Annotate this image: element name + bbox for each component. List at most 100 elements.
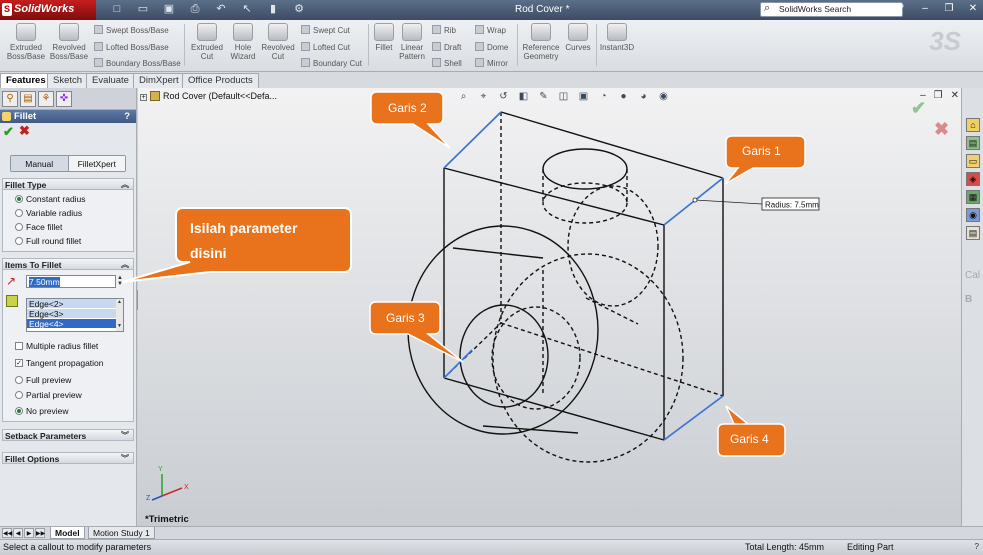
- revolved-cut-label: Revolved Cut: [261, 43, 295, 61]
- radius-stepper[interactable]: ▲ ▼: [117, 275, 125, 288]
- cancel-x-icon[interactable]: ✖: [19, 123, 30, 139]
- linear-pattern-button[interactable]: Linear Pattern: [397, 23, 427, 61]
- custom-properties-icon[interactable]: ▤: [966, 226, 980, 240]
- close-icon[interactable]: ✕: [965, 2, 981, 16]
- list-item[interactable]: Edge<2>: [27, 299, 123, 309]
- dimxpert-manager-icon[interactable]: ✜: [56, 91, 72, 107]
- undo-icon[interactable]: ↶: [214, 2, 228, 16]
- callout-garis-3: Garis 3: [369, 301, 464, 363]
- prev-tab-icon[interactable]: ◀: [13, 528, 23, 538]
- select-icon[interactable]: ↖: [240, 2, 254, 16]
- extruded-boss-button[interactable]: Extruded Boss/Base: [6, 23, 46, 61]
- print-icon[interactable]: ⎙: [188, 2, 202, 16]
- tab-features[interactable]: Features: [0, 73, 52, 88]
- setback-parameters-header[interactable]: Setback Parameters ︾: [2, 429, 134, 441]
- last-tab-icon[interactable]: ▶▶: [35, 528, 45, 538]
- configuration-manager-icon[interactable]: ⚘: [38, 91, 54, 107]
- next-tab-icon[interactable]: ▶: [24, 528, 34, 538]
- tab-model[interactable]: Model: [50, 527, 85, 539]
- toolbox-icon[interactable]: ◈: [966, 172, 980, 186]
- minimize-icon[interactable]: –: [917, 2, 933, 16]
- boundary-cut-button[interactable]: Boundary Cut: [301, 58, 362, 68]
- radius-field[interactable]: 7.50mm: [26, 275, 116, 288]
- loft-icon: [94, 42, 103, 51]
- status-help-button[interactable]: ?: [975, 542, 979, 551]
- radio-no-preview[interactable]: No preview: [15, 406, 69, 418]
- options-icon[interactable]: ⚙: [292, 2, 306, 16]
- radius-callout[interactable]: Radius: 7.5mm: [692, 197, 820, 211]
- help-button[interactable]: ?: [124, 111, 130, 122]
- shell-button[interactable]: Shell: [432, 58, 462, 68]
- checkbox-multiple-radius-fillet[interactable]: Multiple radius fillet: [15, 341, 98, 353]
- edge-selection-list[interactable]: Edge<2> Edge<3> Edge<4> ▲ ▼: [26, 298, 124, 332]
- list-scrollbar[interactable]: ▲ ▼: [116, 299, 123, 331]
- lofted-cut-button[interactable]: Lofted Cut: [301, 42, 350, 52]
- hole-wizard-button[interactable]: Hole Wizard: [228, 23, 258, 61]
- new-icon[interactable]: □: [110, 2, 124, 16]
- help-icon[interactable]: ?: [893, 2, 909, 16]
- status-total-length: Total Length: 45mm: [745, 542, 825, 552]
- tab-office-products[interactable]: Office Products: [182, 73, 259, 88]
- restore-icon[interactable]: ❐: [941, 2, 957, 16]
- dome-button[interactable]: Dome: [475, 42, 508, 52]
- fillet-type-header[interactable]: Fillet Type ︽: [2, 178, 134, 190]
- list-item[interactable]: Edge<4>: [27, 319, 123, 329]
- radio-icon: [15, 391, 23, 399]
- rebuild-icon[interactable]: ▮: [266, 2, 280, 16]
- tab-sketch[interactable]: Sketch: [47, 73, 89, 88]
- manual-mode-button[interactable]: Manual: [11, 156, 69, 171]
- tab-navigation: ◀◀ ◀ ▶ ▶▶: [2, 528, 45, 538]
- mirror-button[interactable]: Mirror: [475, 58, 508, 68]
- filletxpert-mode-button[interactable]: FilletXpert: [68, 156, 125, 171]
- lofted-boss-button[interactable]: Lofted Boss/Base: [94, 42, 169, 52]
- selected-edge-garis-2[interactable]: [443, 111, 502, 169]
- window-controls: ? – ❐ ✕: [893, 2, 981, 16]
- property-manager: ⚲ ▤ ⚘ ✜ Fillet? ✔ ✖ Manual FilletXpert F…: [0, 88, 137, 526]
- selected-edge-garis-4[interactable]: [663, 395, 724, 441]
- radio-full-preview[interactable]: Full preview: [15, 375, 72, 387]
- home-icon[interactable]: ⌂: [966, 118, 980, 132]
- file-explorer-icon[interactable]: ▦: [966, 190, 980, 204]
- search-input[interactable]: ⌕ SolidWorks Search: [760, 2, 903, 17]
- revolved-boss-button[interactable]: Revolved Boss/Base: [48, 23, 90, 61]
- open-icon[interactable]: ▭: [136, 2, 150, 16]
- wrap-button[interactable]: Wrap: [475, 25, 506, 35]
- first-tab-icon[interactable]: ◀◀: [2, 528, 12, 538]
- lofted-cut-icon: [301, 42, 310, 51]
- instant3d-button[interactable]: Instant3D: [598, 23, 636, 52]
- solidworks-logo[interactable]: S SolidWorks: [0, 0, 96, 20]
- save-icon[interactable]: ▣: [162, 2, 176, 16]
- ok-checkmark-icon[interactable]: ✔: [3, 124, 14, 140]
- extruded-boss-label: Extruded Boss/Base: [6, 43, 46, 61]
- rib-button[interactable]: Rib: [432, 25, 456, 35]
- feature-manager-icon[interactable]: ⚲: [2, 91, 18, 107]
- swept-cut-button[interactable]: Swept Cut: [301, 25, 350, 35]
- checkbox-tangent-propagation[interactable]: ✓ Tangent propagation: [15, 358, 104, 370]
- radio-face-fillet[interactable]: Face fillet: [15, 222, 62, 234]
- design-library-icon[interactable]: ▭: [966, 154, 980, 168]
- fillet-options-header[interactable]: Fillet Options ︾: [2, 452, 134, 464]
- reference-geometry-button[interactable]: Reference Geometry: [520, 23, 562, 61]
- draft-button[interactable]: Draft: [432, 42, 461, 52]
- curves-button[interactable]: Curves: [563, 23, 593, 52]
- radio-full-round-fillet[interactable]: Full round fillet: [15, 236, 81, 248]
- resources-icon[interactable]: ▤: [966, 136, 980, 150]
- extruded-cut-button[interactable]: Extruded Cut: [188, 23, 226, 61]
- property-manager-icon[interactable]: ▤: [20, 91, 36, 107]
- boundary-boss-button[interactable]: Boundary Boss/Base: [94, 58, 181, 68]
- tab-evaluate[interactable]: Evaluate: [86, 73, 135, 88]
- swept-boss-button[interactable]: Swept Boss/Base: [94, 25, 169, 35]
- radio-label: Full preview: [26, 375, 72, 385]
- revolved-cut-button[interactable]: Revolved Cut: [259, 23, 297, 61]
- tab-motion-study-1[interactable]: Motion Study 1: [88, 527, 155, 539]
- appearances-icon[interactable]: ◉: [966, 208, 980, 222]
- tab-dimxpert[interactable]: DimXpert: [133, 73, 185, 88]
- radio-constant-radius[interactable]: Constant radius: [15, 194, 86, 206]
- wrap-icon: [475, 25, 484, 34]
- fillet-button[interactable]: Fillet: [372, 23, 396, 52]
- items-to-fillet-header[interactable]: Items To Fillet ︽: [2, 258, 134, 270]
- radio-variable-radius[interactable]: Variable radius: [15, 208, 82, 220]
- graphics-area[interactable]: + Rod Cover (Default<<Defa... ⌕ ⌖ ↺ ◧ ✎ ◫…: [138, 88, 961, 526]
- list-item[interactable]: Edge<3>: [27, 309, 123, 319]
- radio-partial-preview[interactable]: Partial preview: [15, 390, 82, 402]
